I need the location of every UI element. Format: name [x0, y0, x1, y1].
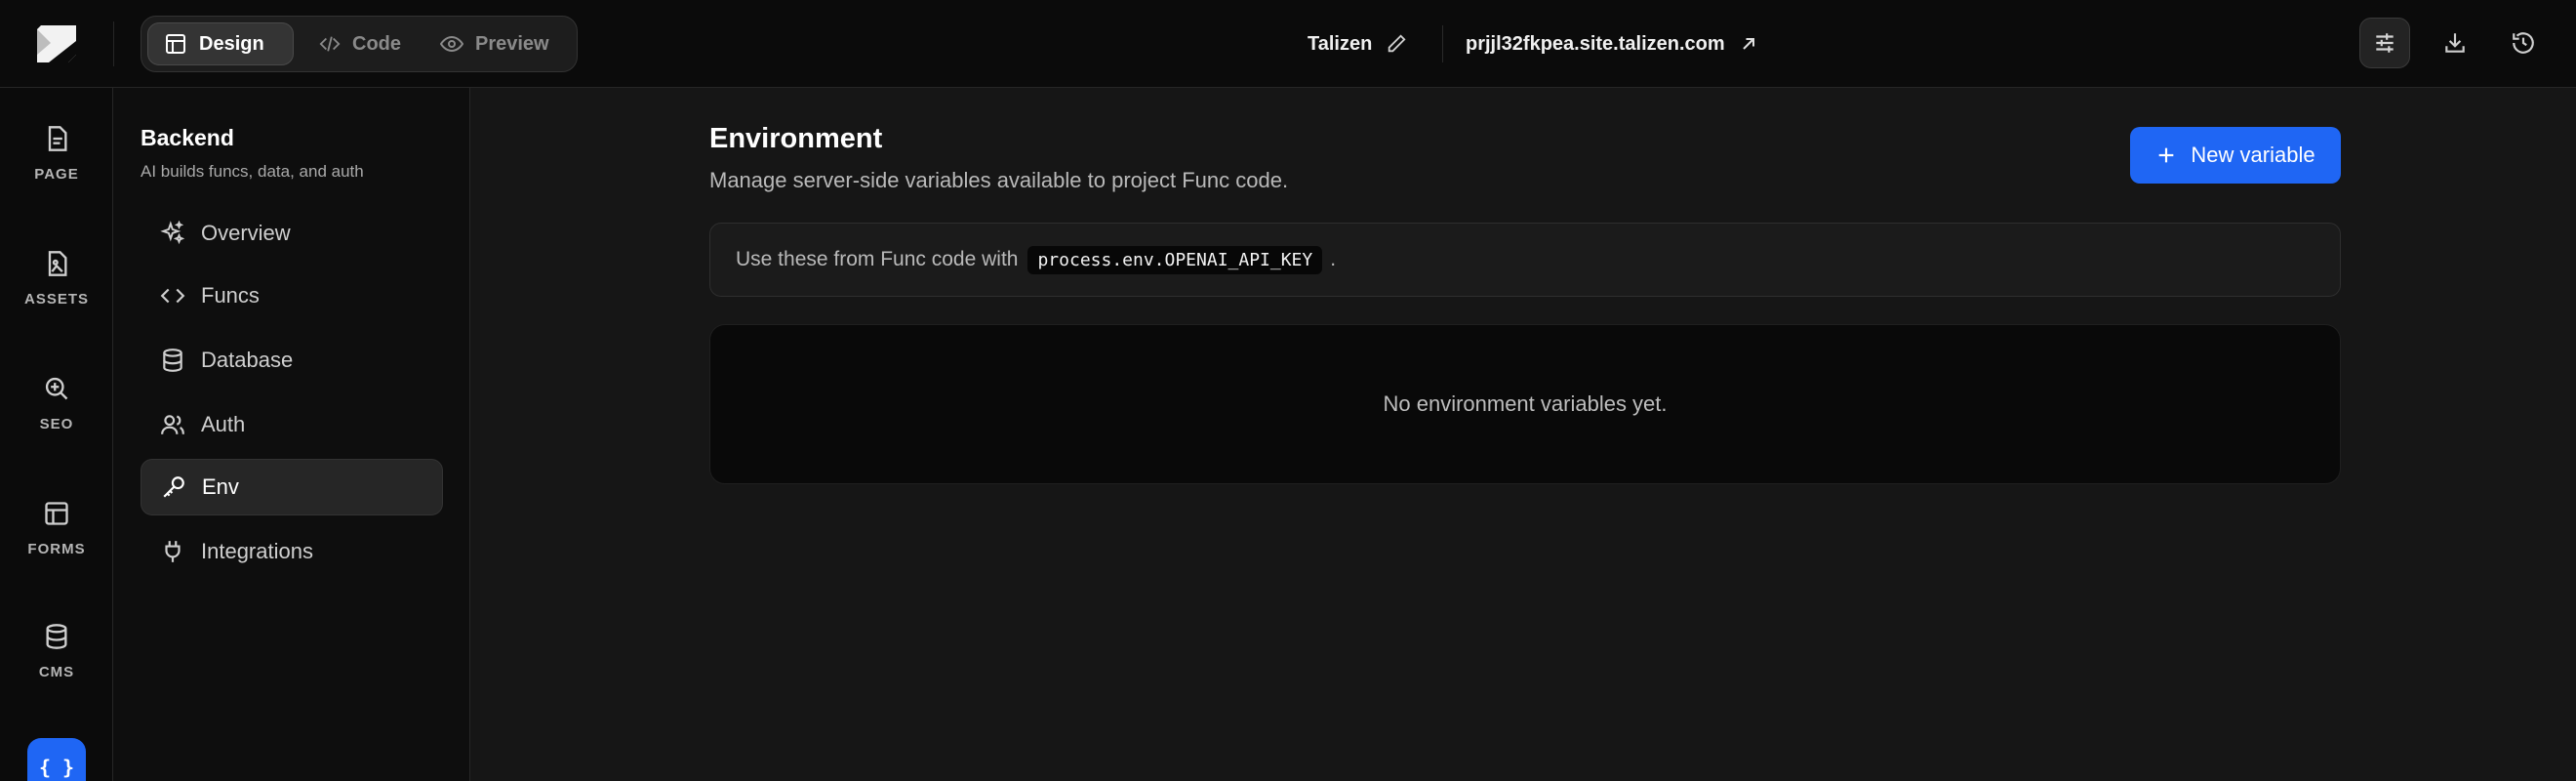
rail-item-label: PAGE [34, 166, 79, 183]
cms-icon [46, 624, 67, 649]
layout-icon [166, 34, 185, 54]
rail-item-label: SEO [39, 416, 74, 432]
external-arrow-icon [1742, 38, 1754, 50]
sidebar-item-label: Auth [201, 412, 246, 436]
env-variables-empty-state: No environment variables yet. [709, 324, 2341, 484]
database-icon [163, 349, 182, 372]
new-variable-label: New variable [2191, 143, 2315, 167]
mode-preview-button[interactable]: Preview [424, 22, 571, 65]
sparkles-icon [160, 221, 185, 245]
main-content: Environment Manage server-side variables… [471, 88, 2576, 781]
seo-icon [45, 377, 68, 400]
empty-state-text: No environment variables yet. [1383, 391, 1668, 416]
eye-icon [440, 35, 463, 53]
history-icon [2513, 32, 2534, 54]
sidebar-item-overview[interactable]: Overview [141, 205, 443, 262]
sidebar-item-auth[interactable]: Auth [141, 396, 443, 453]
sidebar-title: Backend [141, 125, 234, 150]
plus-icon [2159, 147, 2174, 163]
sidebar-item-label: Database [201, 348, 294, 372]
app-window: Design Code Preview Talizen prjjl32fkpea… [0, 0, 2576, 781]
sidebar-item-label: Overview [201, 221, 291, 245]
sidebar-subtitle: AI builds funcs, data, and auth [141, 162, 364, 181]
plug-icon [165, 541, 181, 562]
site-url-label: prjjl32fkpea.site.talizen.com [1466, 32, 1725, 55]
mode-design-label: Design [199, 32, 264, 55]
topbar-divider [1442, 25, 1443, 62]
forms-icon [45, 502, 68, 525]
new-variable-button[interactable]: New variable [2130, 127, 2341, 184]
sidebar-item-label: Integrations [201, 539, 313, 563]
talizen-logo-icon[interactable] [37, 25, 76, 62]
sidebar-item-database[interactable]: Database [141, 332, 443, 389]
download-icon [2445, 33, 2465, 53]
mode-design-button[interactable]: Design [147, 22, 294, 65]
backend-sidebar: Backend AI builds funcs, data, and auth … [113, 88, 470, 781]
sidebar-item-env[interactable]: Env [141, 459, 443, 515]
pencil-icon [1389, 34, 1406, 53]
usage-hint: Use these from Func code with process.en… [709, 223, 2341, 297]
sidebar-item-funcs[interactable]: Funcs [141, 267, 443, 324]
top-bar: Design Code Preview Talizen prjjl32fkpea… [0, 0, 2576, 88]
project-name-label: Talizen [1308, 32, 1373, 55]
rail-item-seo[interactable]: SEO [0, 375, 113, 473]
rail-item-label: ASSETS [23, 291, 89, 308]
sidebar-item-label: Env [202, 474, 239, 499]
settings-button[interactable] [2359, 18, 2410, 68]
key-icon [163, 476, 184, 498]
history-button[interactable] [2498, 18, 2549, 68]
rail-code-button[interactable]: { } [27, 738, 86, 781]
usage-hint-text: Use these from Func code with [736, 248, 1019, 270]
mode-switch: Design Code Preview [141, 16, 578, 72]
page-description: Manage server-side variables available t… [709, 168, 1289, 192]
usage-hint-code: process.env.OPENAI_API_KEY [1027, 245, 1323, 274]
rail-item-assets[interactable]: ASSETS [0, 250, 113, 348]
download-button[interactable] [2430, 18, 2480, 68]
mode-code-label: Code [352, 32, 401, 55]
mode-code-button[interactable]: Code [303, 22, 417, 65]
rail-item-label: FORMS [27, 541, 86, 557]
rail-item-label: CMS [38, 664, 75, 680]
page-title: Environment [709, 123, 883, 154]
mode-preview-label: Preview [475, 32, 549, 55]
assets-icon [48, 251, 67, 276]
rail-item-forms[interactable]: FORMS [0, 500, 113, 597]
usage-hint-suffix: . [1330, 248, 1337, 270]
page-icon [48, 126, 67, 151]
project-name[interactable]: Talizen [1308, 29, 1407, 59]
rail-item-cms[interactable]: CMS [0, 623, 113, 720]
settings-sliders-icon [2376, 33, 2394, 53]
code-icon [160, 288, 185, 304]
sidebar-item-integrations[interactable]: Integrations [141, 523, 443, 580]
sidebar-item-label: Funcs [201, 283, 260, 308]
rail-item-page[interactable]: PAGE [0, 125, 113, 223]
left-rail: PAGE ASSETS SEO FORMS CMS { } [0, 88, 113, 781]
code-icon [319, 36, 341, 52]
users-icon [161, 415, 184, 434]
site-url-link[interactable]: prjjl32fkpea.site.talizen.com [1466, 29, 1758, 59]
topbar-divider [113, 21, 114, 66]
